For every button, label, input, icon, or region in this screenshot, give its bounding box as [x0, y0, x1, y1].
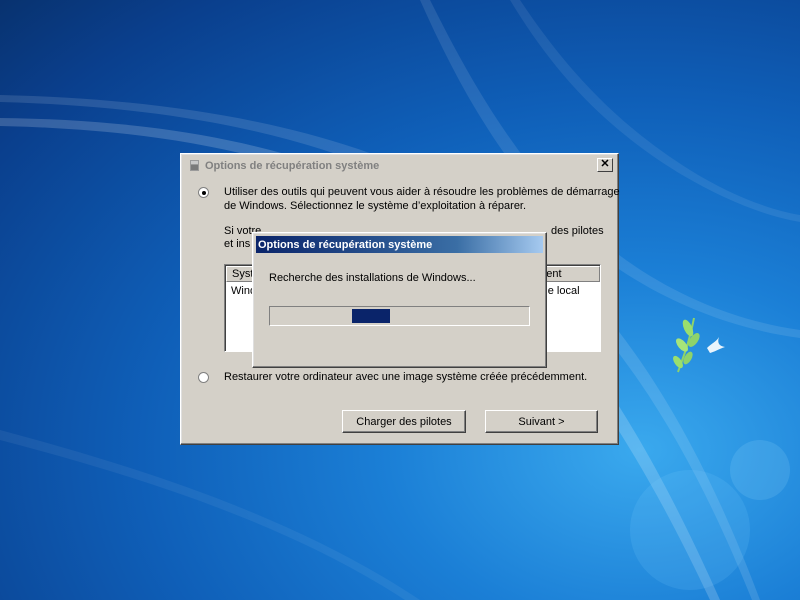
info-text-line2-start: et ins — [224, 238, 251, 250]
load-drivers-button[interactable]: Charger des pilotes — [342, 410, 466, 433]
restore-image-label: Restaurer votre ordinateur avec une imag… — [224, 371, 588, 383]
progress-dialog-titlebar[interactable]: Options de récupération système — [256, 236, 543, 253]
main-dialog-titlebar[interactable]: Options de récupération système ✕ — [184, 157, 615, 174]
main-dialog-title: Options de récupération système — [205, 159, 380, 172]
repair-tools-radio[interactable] — [198, 187, 209, 198]
repair-tools-label-line1: Utiliser des outils qui peuvent vous aid… — [224, 186, 620, 198]
progress-message: Recherche des installations de Windows..… — [269, 272, 476, 284]
progress-bar — [269, 306, 530, 326]
next-button[interactable]: Suivant > — [485, 410, 598, 433]
shield-icon — [190, 160, 199, 171]
bird-icon — [707, 337, 725, 353]
progress-dialog-title: Options de récupération système — [258, 238, 433, 251]
leaf-branch-icon — [673, 317, 700, 373]
info-text-line1-end: des pilotes — [551, 225, 604, 237]
searching-progress-dialog: Options de récupération système Recherch… — [252, 232, 547, 368]
close-button[interactable]: ✕ — [597, 158, 613, 172]
progress-marquee-chunk — [352, 309, 390, 323]
repair-tools-label-line2: de Windows. Sélectionnez le système d’ex… — [224, 200, 527, 212]
restore-image-radio[interactable] — [198, 372, 209, 383]
